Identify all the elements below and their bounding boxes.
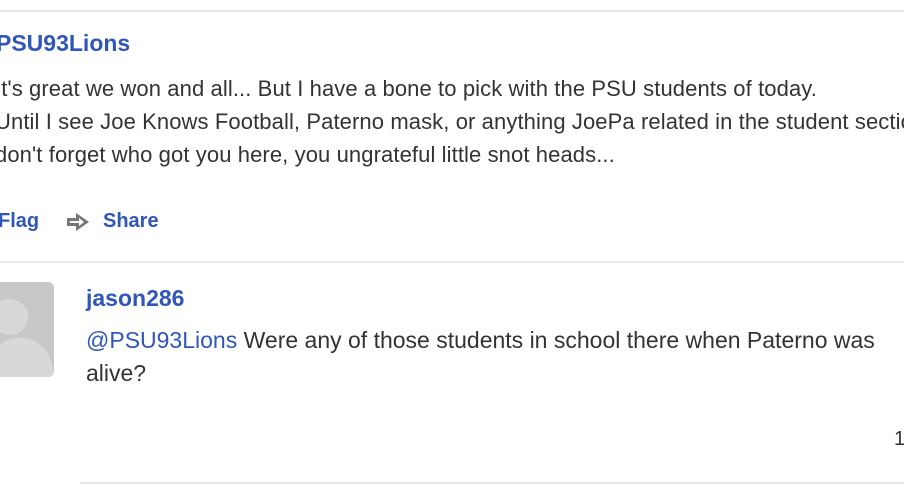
comments-thread: PSU93Lions It's great we won and all... … [0, 0, 904, 490]
comment-text-line-3: don't forget who got you here, you ungra… [0, 142, 615, 167]
reply-text-line-1: @PSU93Lions Were any of those students i… [86, 327, 875, 354]
comment-text-line-1: It's great we won and all... But I have … [0, 76, 817, 101]
default-avatar-icon[interactable] [0, 282, 54, 377]
bottom-divider [80, 482, 904, 484]
reply-text-line-2: alive? [86, 360, 147, 386]
share-button[interactable]: Share [103, 210, 159, 233]
user-silhouette-icon [0, 282, 54, 377]
reply-divider [0, 261, 904, 263]
reply-count: 1 [894, 428, 904, 450]
reply-text-line-1-rest: Were any of those students in school the… [237, 327, 875, 353]
top-divider [0, 10, 904, 12]
comment-author-link[interactable]: PSU93Lions [0, 30, 130, 57]
comment-text-line-2: Until I see Joe Knows Football, Paterno … [0, 109, 904, 134]
share-icon[interactable] [64, 209, 92, 235]
reply-author-link[interactable]: jason286 [86, 285, 184, 312]
mention-link[interactable]: @PSU93Lions [86, 327, 237, 353]
flag-button[interactable]: Flag [0, 210, 39, 233]
